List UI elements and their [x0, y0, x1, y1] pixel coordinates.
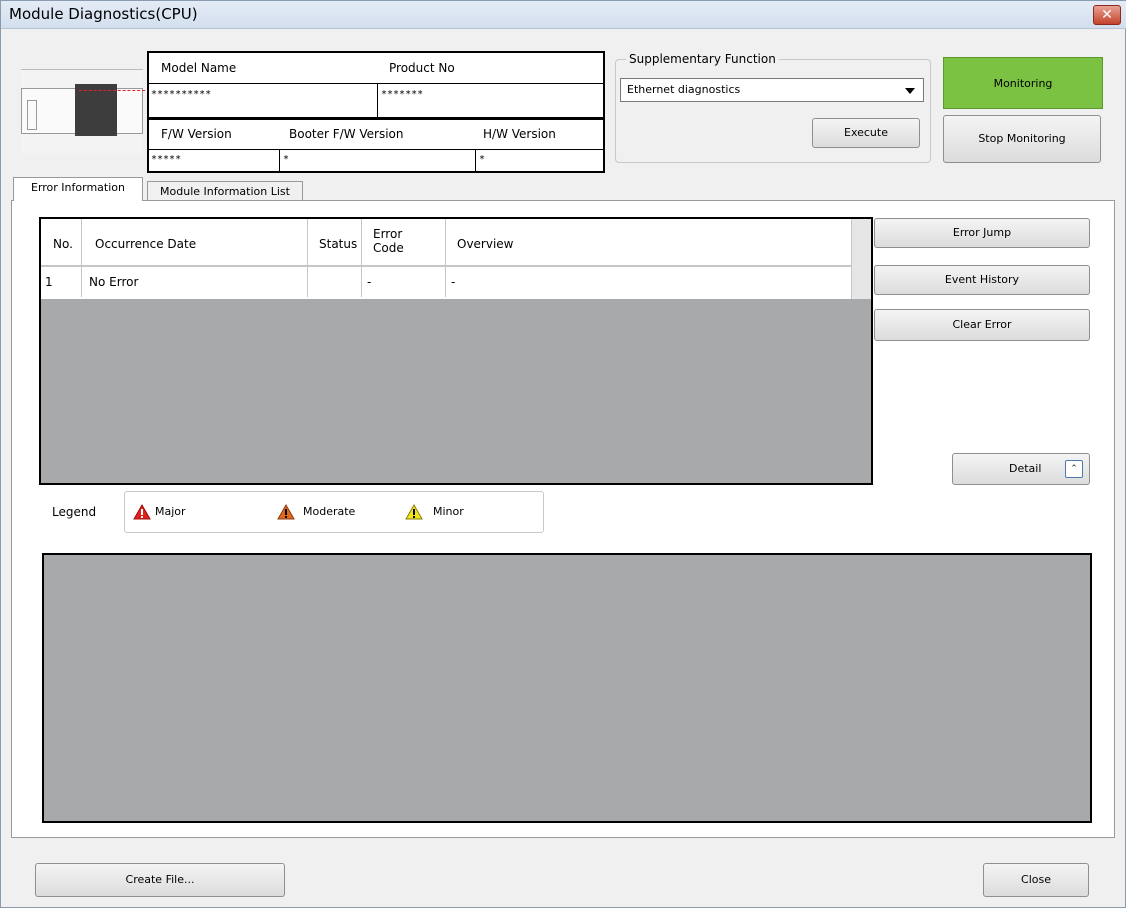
table-scrollbar[interactable] [851, 219, 871, 299]
monitoring-status-label: Monitoring [993, 77, 1053, 90]
module-image [21, 69, 145, 153]
error-detail-area [42, 553, 1092, 823]
create-file-button[interactable]: Create File... [35, 863, 285, 897]
minor-warning-icon [405, 504, 423, 520]
major-warning-icon [133, 504, 151, 520]
legend-minor: Minor [433, 505, 464, 518]
tab-error-information-label: Error Information [31, 181, 125, 194]
selected-function: Ethernet diagnostics [627, 83, 741, 96]
error-jump-button[interactable]: Error Jump [874, 218, 1090, 248]
model-name-label: Model Name [161, 61, 237, 75]
row-overview: - [451, 275, 456, 289]
error-jump-label: Error Jump [952, 226, 1012, 239]
model-name-value: ********** [151, 89, 212, 100]
fw-version-value: ***** [151, 154, 182, 165]
row-occurrence-date: No Error [89, 275, 139, 289]
supplementary-function-select[interactable]: Ethernet diagnostics [620, 78, 924, 102]
create-file-label: Create File... [125, 873, 195, 886]
close-button[interactable]: Close [983, 863, 1089, 897]
legend-major: Major [155, 505, 186, 518]
column-header-occurrence-date: Occurrence Date [95, 237, 197, 251]
chevron-double-up-icon: ⌃ [1065, 460, 1083, 478]
hw-version-value: * [479, 154, 486, 165]
execute-label: Execute [844, 126, 888, 139]
product-no-label: Product No [389, 61, 455, 75]
column-header-status: Status [319, 237, 358, 251]
error-table: No. Occurrence Date Status Error Code Ov… [39, 217, 873, 485]
supplementary-function-group: Supplementary Function Ethernet diagnost… [615, 52, 931, 163]
title-bar: Module Diagnostics(CPU) ✕ [1, 1, 1126, 29]
close-window-button[interactable]: ✕ [1093, 5, 1121, 25]
booter-fw-version-value: * [283, 154, 290, 165]
stop-monitoring-label: Stop Monitoring [978, 132, 1066, 145]
moderate-warning-icon [277, 504, 295, 520]
fw-version-label: F/W Version [161, 127, 232, 141]
tab-error-information[interactable]: Error Information [13, 177, 143, 201]
chevron-down-icon [905, 88, 915, 94]
hw-version-label: H/W Version [483, 127, 556, 141]
module-info-panel: Model Name Product No ********** *******… [147, 51, 605, 173]
monitoring-status-indicator: Monitoring [943, 57, 1103, 109]
execute-button[interactable]: Execute [812, 118, 920, 148]
close-icon: ✕ [1101, 7, 1113, 23]
event-history-label: Event History [944, 273, 1020, 286]
legend-moderate: Moderate [303, 505, 356, 518]
tab-module-information-list-label: Module Information List [160, 185, 290, 198]
column-header-error-code: Error Code [373, 227, 404, 255]
detail-label: Detail [1009, 462, 1042, 475]
booter-fw-version-label: Booter F/W Version [289, 127, 404, 141]
legend-label: Legend [52, 505, 97, 519]
close-label: Close [1021, 873, 1051, 886]
row-no: 1 [45, 275, 53, 289]
detail-button[interactable]: Detail ⌃ [952, 453, 1090, 485]
tab-content-panel: No. Occurrence Date Status Error Code Ov… [11, 200, 1115, 838]
column-header-no: No. [53, 237, 73, 251]
supplementary-function-legend: Supplementary Function [626, 52, 779, 66]
legend-box: Major Moderate Minor [124, 491, 544, 533]
event-history-button[interactable]: Event History [874, 265, 1090, 295]
table-row[interactable]: 1 No Error - - [41, 267, 851, 297]
tab-module-information-list[interactable]: Module Information List [147, 181, 303, 202]
stop-monitoring-button[interactable]: Stop Monitoring [943, 115, 1101, 163]
clear-error-button[interactable]: Clear Error [874, 309, 1090, 341]
window-title: Module Diagnostics(CPU) [9, 5, 198, 23]
module-diagnostics-window: Module Diagnostics(CPU) ✕ Model Name Pro… [0, 0, 1126, 908]
column-header-overview: Overview [457, 237, 514, 251]
clear-error-label: Clear Error [952, 318, 1012, 331]
row-error-code: - [367, 275, 372, 289]
product-no-value: ******* [381, 89, 424, 100]
